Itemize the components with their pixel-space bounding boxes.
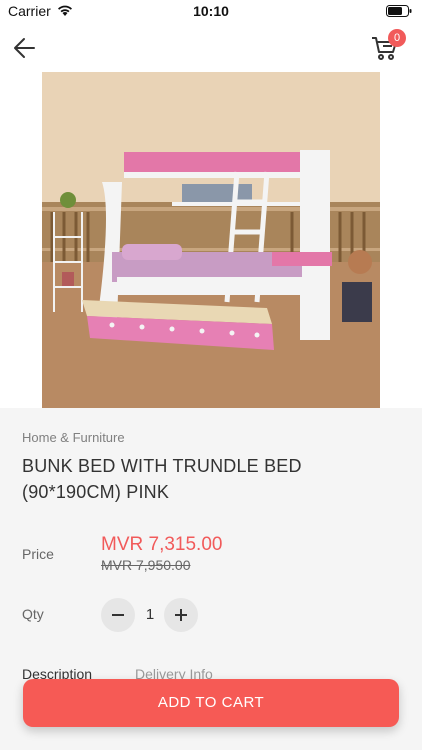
qty-label: Qty — [22, 606, 44, 622]
status-bar: Carrier 10:10 — [0, 0, 422, 24]
product-category: Home & Furniture — [22, 430, 125, 445]
add-to-cart-button[interactable]: ADD TO CART — [23, 679, 399, 727]
product-image — [42, 72, 380, 408]
product-title: BUNK BED WITH TRUNDLE BED (90*190CM) PIN… — [22, 456, 302, 502]
back-arrow-icon[interactable] — [12, 36, 38, 60]
battery-icon — [386, 5, 412, 17]
qty-decrease-button[interactable] — [101, 598, 135, 632]
plus-icon — [175, 609, 187, 621]
status-time: 10:10 — [193, 3, 229, 19]
current-price: MVR 7,315.00 — [101, 534, 223, 555]
cart-count-badge: 0 — [388, 29, 406, 47]
original-price: MVR 7,950.00 — [101, 557, 191, 573]
minus-icon — [112, 614, 124, 616]
qty-value: 1 — [145, 606, 155, 623]
product-image-area — [0, 72, 422, 408]
nav-bar: 0 — [0, 24, 422, 72]
qty-increase-button[interactable] — [164, 598, 198, 632]
price-label: Price — [22, 546, 54, 562]
